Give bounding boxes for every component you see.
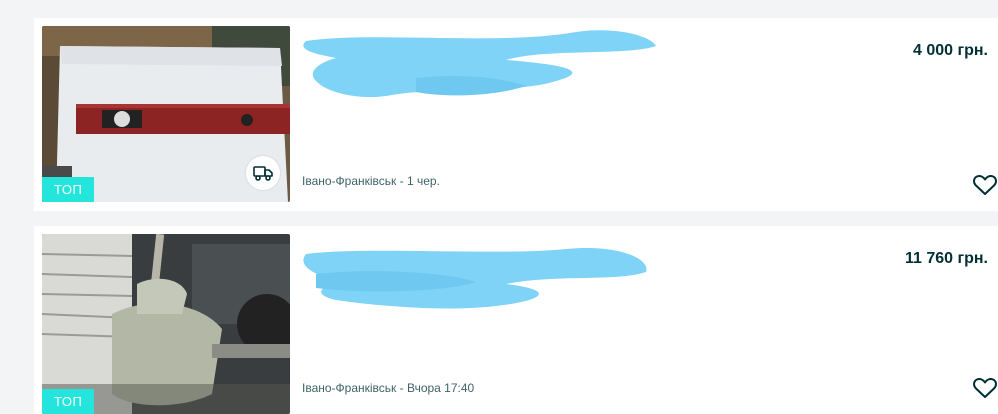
listing-location-date: Івано-Франківськ - 1 чер.: [302, 174, 440, 188]
listing-card[interactable]: ТОП 4 000 грн. Івано-Франківськ - 1 чер.: [34, 18, 998, 211]
top-badge: ТОП: [42, 177, 95, 202]
listing-photo[interactable]: ТОП: [42, 234, 290, 414]
delivery-badge: [246, 156, 280, 190]
listing-price: 4 000 грн.: [912, 42, 988, 59]
listing-card[interactable]: ТОП 11 760 грн. Івано-Франківськ - Вчора…: [34, 226, 998, 414]
top-badge: ТОП: [42, 389, 95, 414]
listing-photo[interactable]: ТОП: [42, 26, 290, 202]
heart-outline-icon[interactable]: [972, 376, 998, 400]
truck-icon: [253, 166, 273, 181]
gearbox-photo: [42, 234, 290, 414]
heart-outline-icon[interactable]: [972, 173, 998, 197]
listing-location-date: Івано-Франківськ - Вчора 17:40: [302, 381, 475, 395]
listing-title-redacted: [303, 30, 656, 98]
listing-title-redacted: [303, 247, 647, 309]
listing-price: 11 760 грн.: [904, 250, 988, 267]
